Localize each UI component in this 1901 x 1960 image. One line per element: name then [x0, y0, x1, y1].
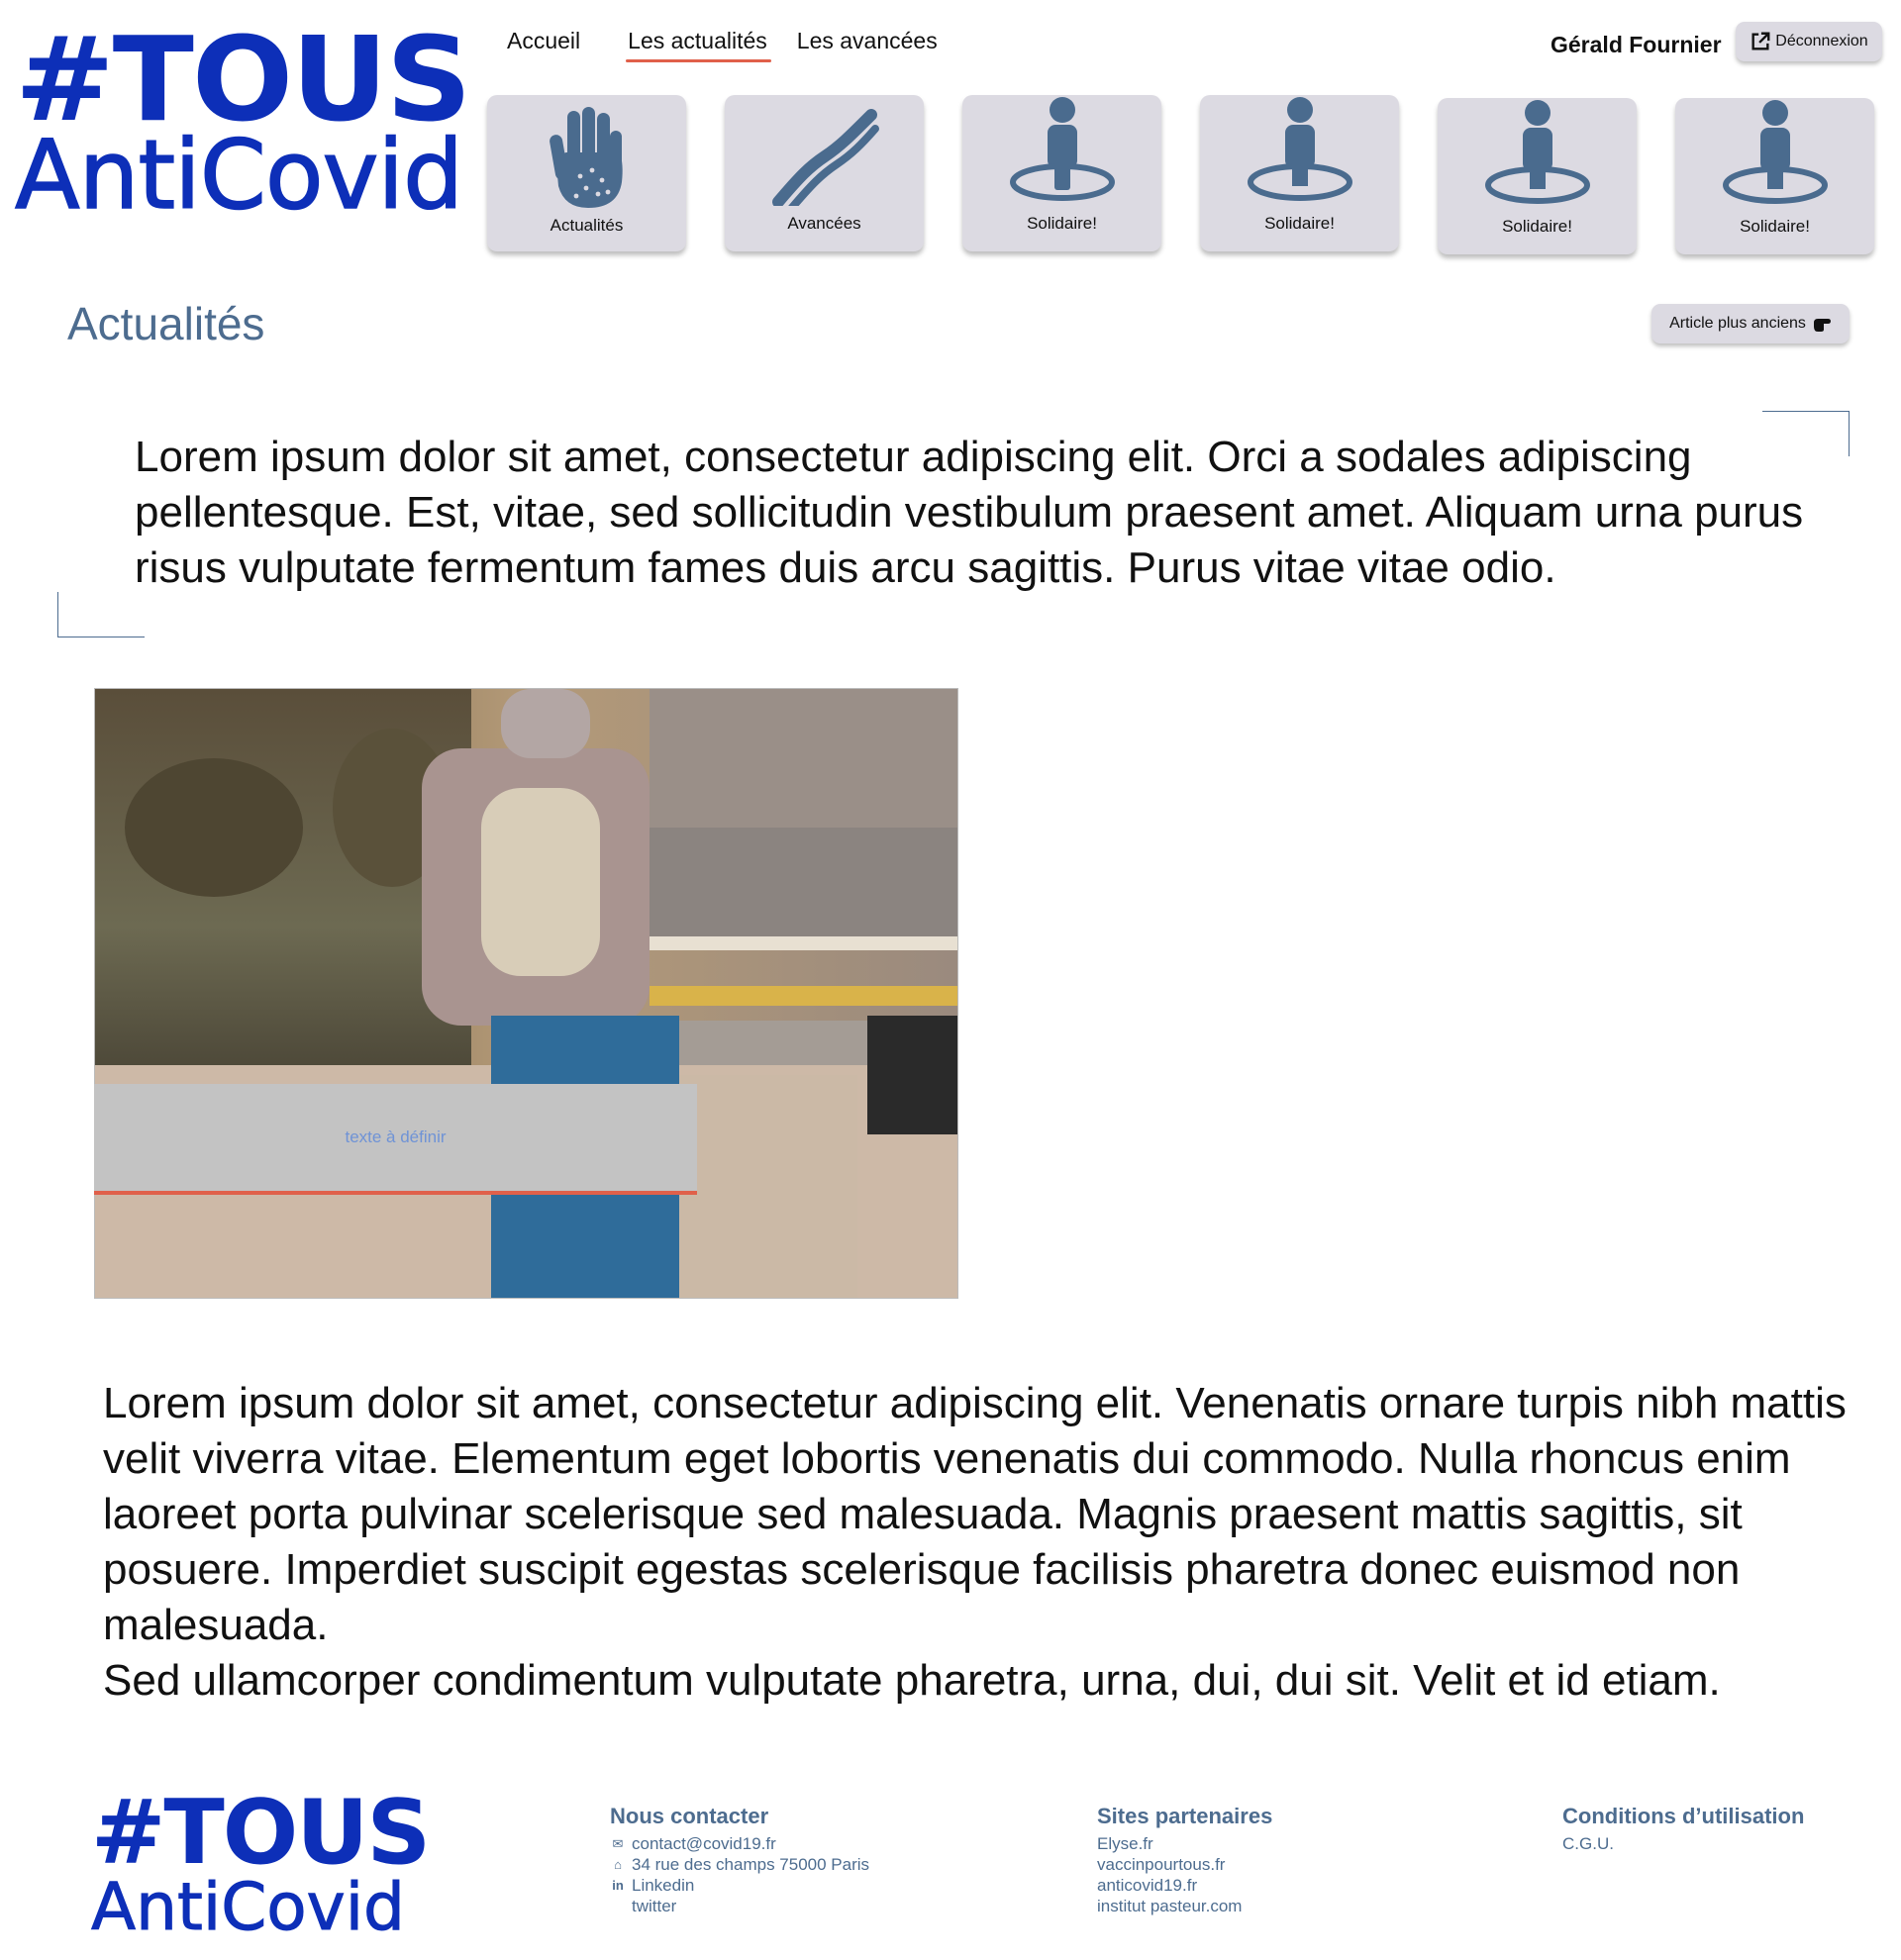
- footer-linkedin-row[interactable]: in Linkedin: [610, 1875, 869, 1896]
- article-photo: [94, 688, 958, 1299]
- article-paragraph-2: Sed ullamcorper condimentum vulputate ph…: [103, 1656, 1721, 1705]
- footer-contact: Nous contacter ✉ contact@covid19.fr ⌂ 34…: [610, 1804, 869, 1916]
- page-title: Actualités: [67, 298, 265, 349]
- tile-label: Solidaire!: [1027, 214, 1097, 233]
- footer-contact-title: Nous contacter: [610, 1804, 769, 1828]
- tile-actualites[interactable]: Actualités: [487, 95, 686, 251]
- article-body: Lorem ipsum dolor sit amet, consectetur …: [103, 1376, 1885, 1709]
- nav-avancees[interactable]: Les avancées: [797, 28, 938, 62]
- person-circle-icon: [1247, 97, 1352, 201]
- footer-linkedin-link[interactable]: Linkedin: [632, 1875, 694, 1896]
- image-caption: texte à définir: [94, 1084, 697, 1195]
- nav-actualites[interactable]: Les actualités: [626, 28, 771, 62]
- nav-accueil[interactable]: Accueil: [507, 28, 580, 62]
- pointing-hand-icon: [1813, 319, 1831, 332]
- partner-link[interactable]: vaccinpourtous.fr: [1097, 1854, 1225, 1875]
- logout-button[interactable]: Déconnexion: [1736, 22, 1882, 61]
- cgu-link[interactable]: C.G.U.: [1562, 1833, 1614, 1854]
- footer-logo[interactable]: #TOUS AntiCovid: [90, 1781, 431, 1945]
- tile-label: Avancées: [787, 214, 861, 233]
- logo-line-1: #TOUS: [15, 11, 472, 147]
- footer-address-row: ⌂ 34 rue des champs 75000 Paris: [610, 1854, 869, 1875]
- home-icon: ⌂: [614, 1857, 622, 1872]
- partner-link[interactable]: anticovid19.fr: [1097, 1875, 1197, 1896]
- tile-label: Solidaire!: [1502, 217, 1572, 236]
- footer-address: 34 rue des champs 75000 Paris: [632, 1855, 870, 1874]
- site-logo[interactable]: #TOUS AntiCovid: [14, 21, 471, 224]
- tile-label: Solidaire!: [1264, 214, 1335, 233]
- footer-partners-title: Sites partenaires: [1097, 1804, 1273, 1828]
- footer-twitter-link[interactable]: twitter: [632, 1896, 676, 1916]
- footer-terms: Conditions d’utilisation C.G.U.: [1562, 1804, 1804, 1854]
- person-circle-icon: [1009, 97, 1115, 201]
- hand-icon: [549, 107, 623, 208]
- footer-partners: Sites partenaires Elyse.fr vaccinpourtou…: [1097, 1804, 1272, 1916]
- footer-terms-title: Conditions d’utilisation: [1562, 1804, 1805, 1828]
- user-name: Gérald Fournier: [1551, 32, 1722, 57]
- tile-solidaire-1[interactable]: Solidaire!: [962, 95, 1161, 251]
- footer-email-row[interactable]: ✉ contact@covid19.fr: [610, 1833, 869, 1854]
- footer-logo-line-1: #TOUS: [91, 1781, 431, 1885]
- envelope-icon: ✉: [612, 1836, 624, 1851]
- tile-label: Actualités: [550, 216, 624, 235]
- partner-link[interactable]: institut pasteur.com: [1097, 1896, 1242, 1916]
- person-circle-icon: [1484, 100, 1590, 204]
- main-nav: Accueil Les actualités Les avancées: [507, 28, 938, 62]
- footer-logo-line-2: AntiCovid: [90, 1869, 405, 1945]
- older-articles-button[interactable]: Article plus anciens: [1651, 304, 1850, 343]
- strand-icon: [771, 109, 879, 206]
- tile-label: Solidaire!: [1740, 217, 1810, 236]
- tile-solidaire-2[interactable]: Solidaire!: [1200, 95, 1399, 251]
- decor-corner-bottom-left: [57, 592, 145, 637]
- linkedin-icon: in: [612, 1878, 624, 1893]
- logout-label: Déconnexion: [1775, 33, 1868, 49]
- older-articles-label: Article plus anciens: [1669, 315, 1806, 332]
- article-intro: Lorem ipsum dolor sit amet, consectetur …: [135, 433, 1804, 592]
- footer-twitter-row[interactable]: twitter: [610, 1896, 869, 1916]
- tile-solidaire-3[interactable]: Solidaire!: [1438, 98, 1637, 254]
- external-link-icon: [1751, 32, 1770, 50]
- article-paragraph-1: Lorem ipsum dolor sit amet, consectetur …: [103, 1379, 1847, 1649]
- person-circle-icon: [1722, 100, 1828, 204]
- tile-solidaire-4[interactable]: Solidaire!: [1675, 98, 1874, 254]
- tile-avancees[interactable]: Avancées: [725, 95, 924, 251]
- partner-link[interactable]: Elyse.fr: [1097, 1833, 1153, 1854]
- footer-email-link[interactable]: contact@covid19.fr: [632, 1833, 776, 1854]
